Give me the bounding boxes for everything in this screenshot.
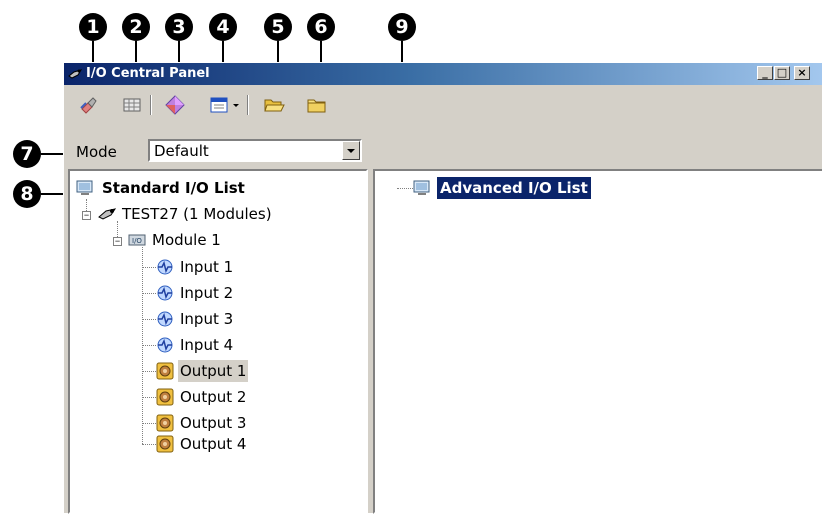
- io-central-panel-window: I/O Central Panel _ □ × Mode Default Sta…: [63, 62, 822, 514]
- output-coil-icon: [156, 362, 174, 380]
- window-title: I/O Central Panel: [86, 66, 210, 81]
- controller-icon: [98, 208, 116, 220]
- diamond-icon[interactable]: [164, 94, 186, 116]
- tree-label-selected: Advanced I/O List: [437, 177, 591, 199]
- tree-label: TEST27 (1 Modules): [122, 205, 272, 223]
- toolbar-separator: [150, 95, 152, 115]
- folder-open-icon[interactable]: [263, 94, 285, 116]
- callout-6: 6: [307, 13, 335, 41]
- input-signal-icon: [157, 259, 173, 275]
- tree-label: Input 1: [180, 258, 234, 276]
- output-coil-icon: [156, 435, 174, 453]
- callout-4: 4: [209, 13, 237, 41]
- callout-2: 2: [122, 13, 150, 41]
- callout-8: 8: [13, 180, 41, 208]
- folder-new-icon[interactable]: [306, 94, 328, 116]
- toolbar: [64, 85, 822, 123]
- input-signal-icon: [157, 285, 173, 301]
- wrench-icon[interactable]: [78, 94, 100, 116]
- tree-label: Output 1: [178, 360, 249, 382]
- tree-label: Input 2: [180, 284, 234, 302]
- input-signal-icon: [157, 337, 173, 353]
- chevron-down-icon[interactable]: [231, 94, 241, 116]
- title-bar[interactable]: I/O Central Panel _ □ ×: [64, 63, 822, 85]
- tree-label: Output 4: [180, 435, 247, 453]
- dropdown-arrow-icon[interactable]: [342, 141, 360, 160]
- module-icon: I/O: [128, 234, 146, 246]
- input-signal-icon: [157, 311, 173, 327]
- tree-label: Input 3: [180, 310, 234, 328]
- output-coil-icon: [156, 414, 174, 432]
- minimize-button[interactable]: _: [757, 66, 773, 80]
- close-button[interactable]: ×: [794, 66, 810, 80]
- callout-5: 5: [264, 13, 292, 41]
- mode-value: Default: [154, 142, 209, 160]
- collapse-toggle[interactable]: −: [82, 211, 91, 220]
- svg-text:I/O: I/O: [132, 237, 142, 245]
- monitor-icon: [76, 180, 93, 195]
- collapse-toggle[interactable]: −: [113, 237, 122, 246]
- tree-label: Module 1: [152, 231, 221, 249]
- callout-1: 1: [79, 13, 107, 41]
- grid-icon[interactable]: [121, 94, 143, 116]
- output-coil-icon: [156, 388, 174, 406]
- maximize-button[interactable]: □: [774, 66, 790, 80]
- tree-label: Standard I/O List: [102, 179, 245, 197]
- mode-label: Mode: [76, 143, 117, 161]
- callout-3: 3: [165, 13, 193, 41]
- monitor-icon: [413, 180, 430, 195]
- tree-label: Output 3: [180, 414, 247, 432]
- callout-9: 9: [388, 13, 416, 41]
- callout-7: 7: [13, 140, 41, 168]
- standard-io-pane[interactable]: Standard I/O List − TEST27 (1 Modules) −…: [68, 169, 368, 514]
- tree-label: Input 4: [180, 336, 234, 354]
- tree-label: Output 2: [180, 388, 247, 406]
- window-icon[interactable]: [208, 94, 230, 116]
- mode-dropdown[interactable]: Default: [148, 139, 362, 162]
- toolbar-separator: [247, 95, 249, 115]
- app-icon: [68, 69, 83, 79]
- advanced-io-pane[interactable]: Advanced I/O List: [373, 169, 822, 514]
